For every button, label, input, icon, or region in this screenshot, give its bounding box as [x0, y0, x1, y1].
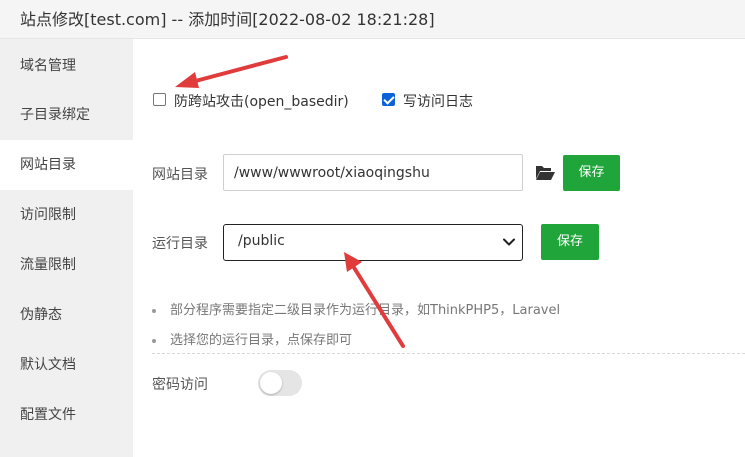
bullet-icon: [152, 338, 156, 343]
site-dir-label: 网站目录: [152, 167, 208, 183]
annotation-arrow-icon: [175, 55, 288, 88]
anti-xss-checkbox[interactable]: [153, 93, 166, 106]
password-access-toggle[interactable]: [258, 370, 302, 396]
run-dir-selected-value: /public: [238, 233, 285, 249]
sidebar-item-default-doc[interactable]: 默认文档: [0, 340, 133, 390]
sidebar: 域名管理 子目录绑定 网站目录 访问限制 流量限制 伪静态 默认文档 配置文件: [0, 39, 133, 457]
toggle-knob: [260, 372, 282, 394]
sidebar-item-traffic-limit[interactable]: 流量限制: [0, 240, 133, 290]
window-title: 站点修改[test.com] -- 添加时间[2022-08-02 18:21:…: [20, 10, 435, 29]
run-dir-select[interactable]: /public: [223, 224, 523, 261]
divider: [152, 353, 745, 354]
access-log-label: 写访问日志: [403, 94, 473, 110]
sidebar-item-domain[interactable]: 域名管理: [0, 41, 133, 91]
run-dir-save-button[interactable]: 保存: [541, 224, 599, 260]
sidebar-item-subdir-binding[interactable]: 子目录绑定: [0, 90, 133, 140]
tip-item: 选择您的运行目录，点保存即可: [152, 329, 352, 348]
run-dir-label: 运行目录: [152, 236, 208, 252]
tip-item: 部分程序需要指定二级目录作为运行目录，如ThinkPHP5，Laravel: [152, 299, 560, 318]
folder-open-icon[interactable]: [535, 163, 555, 181]
window-titlebar: 站点修改[test.com] -- 添加时间[2022-08-02 18:21:…: [0, 0, 745, 39]
sidebar-item-config-file[interactable]: 配置文件: [0, 390, 133, 440]
anti-xss-label: 防跨站攻击(open_basedir): [174, 94, 349, 110]
bullet-icon: [152, 308, 156, 313]
chevron-down-icon: [503, 238, 515, 246]
sidebar-item-site-dir[interactable]: 网站目录: [0, 140, 133, 190]
password-access-label: 密码访问: [152, 377, 208, 393]
access-log-checkbox[interactable]: [382, 93, 395, 106]
sidebar-item-rewrite[interactable]: 伪静态: [0, 290, 133, 340]
sidebar-item-access-limit[interactable]: 访问限制: [0, 190, 133, 240]
site-dir-save-button[interactable]: 保存: [563, 155, 620, 191]
site-dir-input[interactable]: [223, 154, 523, 191]
